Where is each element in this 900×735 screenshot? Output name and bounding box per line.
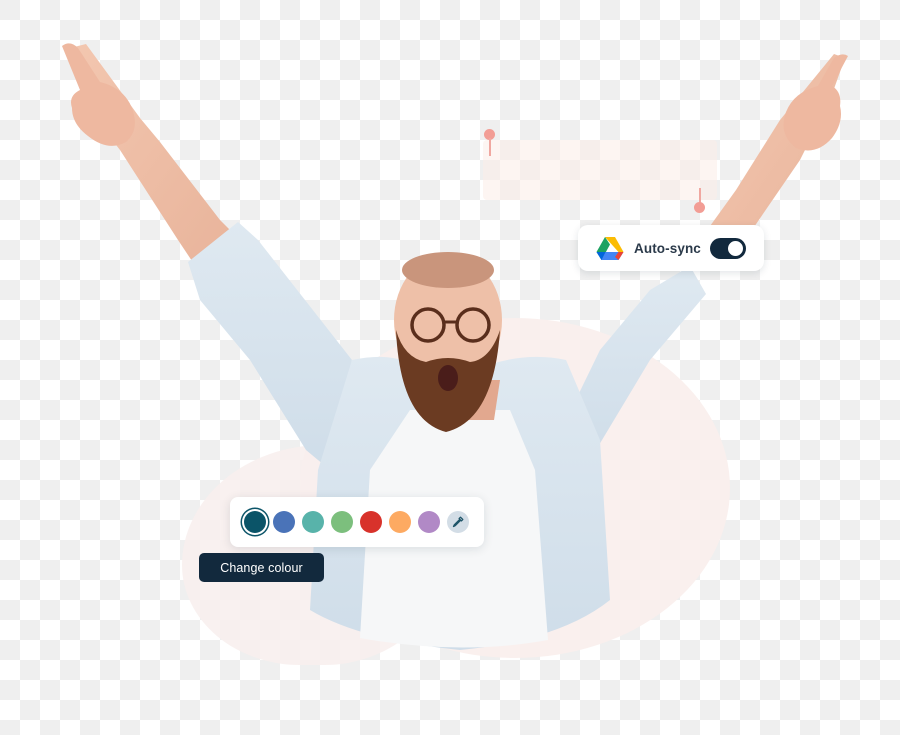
colour-swatch-purple[interactable] [418,511,440,533]
eyedropper-button[interactable] [447,511,469,533]
right-hand [783,54,848,151]
pin-line-top [489,138,491,156]
ghost-card-placeholder [483,140,717,200]
auto-sync-toggle[interactable] [710,237,746,259]
change-colour-button[interactable]: Change colour [199,553,324,582]
auto-sync-label: Auto-sync [634,240,701,256]
colour-swatch-blue[interactable] [273,511,295,533]
colour-swatch-orange[interactable] [389,511,411,533]
colour-picker-card [230,497,484,547]
colour-swatch-red[interactable] [360,511,382,533]
eyedropper-icon [452,516,464,528]
colour-swatch-teal[interactable] [302,511,324,533]
pin-head-bottom [694,202,705,213]
auto-sync-card: Auto-sync [578,225,764,271]
colour-swatch-green[interactable] [331,511,353,533]
google-drive-icon [596,236,624,260]
scalp [402,252,494,288]
left-forearm [70,44,236,270]
left-hand [62,43,135,146]
toggle-knob [728,240,743,256]
colour-swatch-teal-dark[interactable] [244,511,266,533]
